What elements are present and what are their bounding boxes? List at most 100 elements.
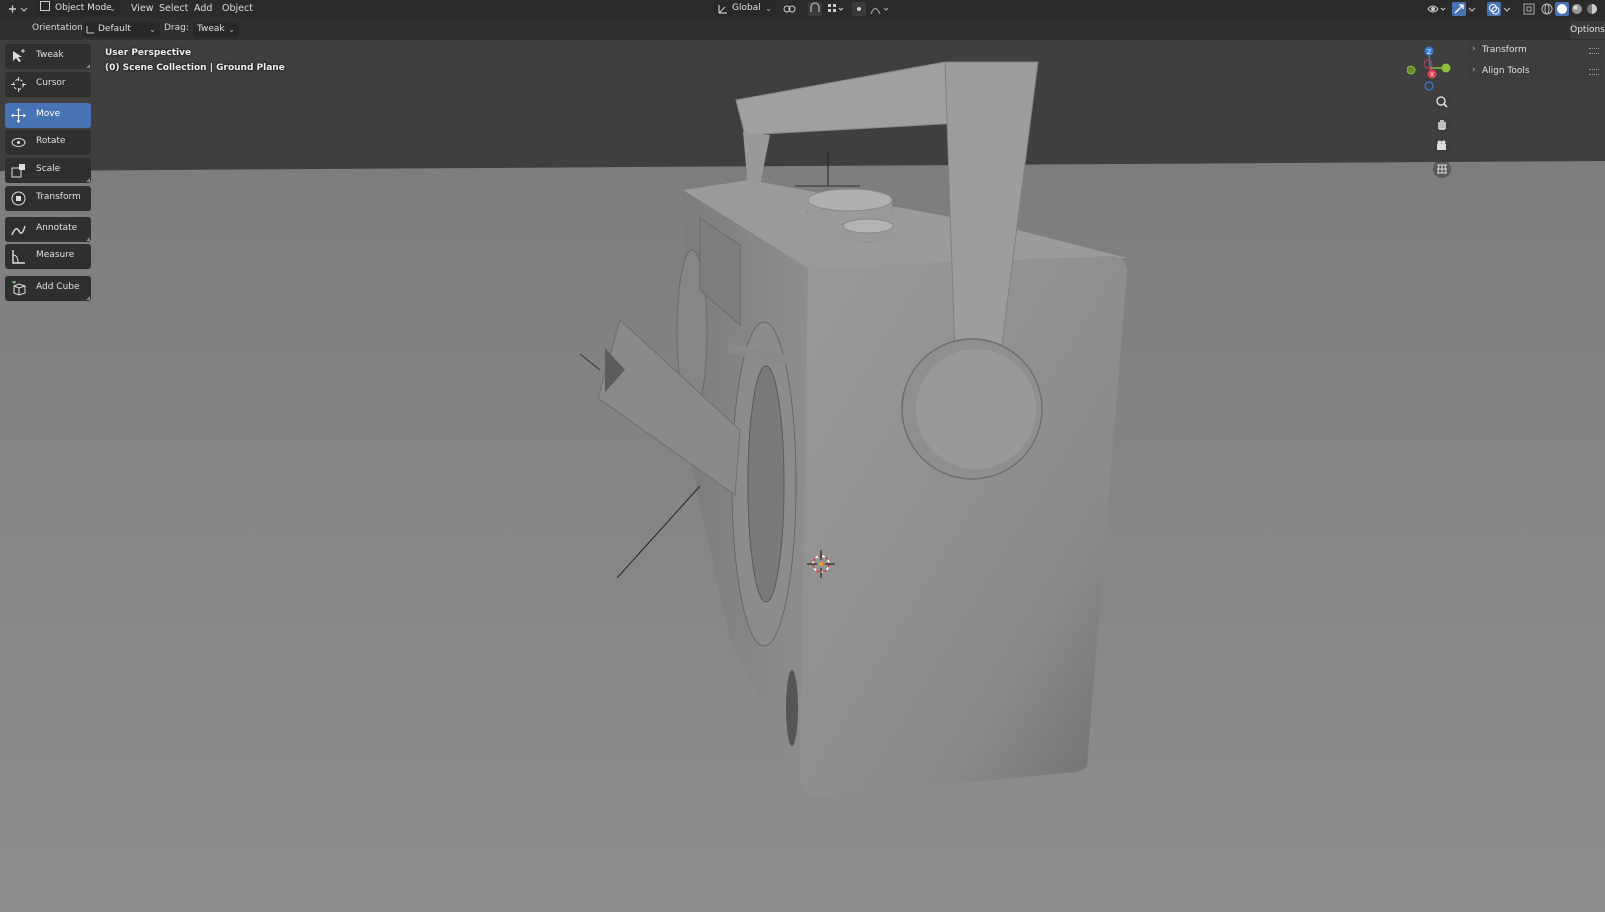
- grid-icon: [1437, 164, 1447, 174]
- shading-wireframe-icon[interactable]: [1540, 2, 1554, 16]
- drag-value: Tweak: [197, 24, 225, 34]
- scene-render: [0, 40, 1605, 912]
- tool-options-corner: [86, 64, 90, 68]
- drag-handle-icon[interactable]: [1589, 69, 1599, 75]
- tool-options-corner: [86, 296, 90, 300]
- orientation-value: Default: [98, 24, 131, 34]
- view-object-types-icon[interactable]: [1426, 2, 1446, 16]
- panel-align-tools[interactable]: › Align Tools: [1467, 62, 1603, 81]
- snap-target-icon[interactable]: [826, 2, 844, 16]
- hand-icon: [1438, 120, 1446, 130]
- mode-icon: [40, 1, 50, 11]
- add-cube-icon: [12, 281, 26, 296]
- panel-label: Align Tools: [1482, 66, 1530, 76]
- tool-scale[interactable]: Scale: [5, 158, 91, 183]
- transform-icon: [11, 191, 26, 206]
- knob-large-top: [807, 188, 893, 212]
- panel-label: Transform: [1482, 45, 1527, 55]
- view-name: User Perspective: [105, 48, 192, 58]
- tool-settings-header: Orientation: Default ⌄ Drag: Tweak ⌄: [0, 18, 1605, 40]
- tool-tweak[interactable]: Tweak: [5, 44, 91, 69]
- shading-rendered-icon[interactable]: [1585, 2, 1599, 16]
- chevron-down-icon: ⌄: [765, 4, 772, 13]
- camera-icon: [1437, 140, 1446, 150]
- tool-label: Tweak: [36, 50, 64, 60]
- shading-material-icon[interactable]: [1570, 2, 1584, 16]
- tool-annotate[interactable]: Annotate: [5, 217, 91, 242]
- overlays-toggle-icon[interactable]: [1487, 2, 1501, 16]
- cursor-icon: [11, 77, 26, 92]
- tool-move[interactable]: Move: [5, 103, 91, 128]
- tool-measure[interactable]: Measure: [5, 244, 91, 269]
- drag-handle-icon[interactable]: [1589, 48, 1599, 54]
- tool-label: Transform: [36, 192, 81, 202]
- navigation-gizmo[interactable]: Z X: [1406, 45, 1453, 91]
- viewport-info: User Perspective (0) Scene Collection | …: [105, 46, 285, 76]
- tool-transform[interactable]: Transform: [5, 186, 91, 211]
- tool-label: Rotate: [36, 136, 66, 146]
- knob-small-top: [842, 218, 894, 234]
- chevron-down-icon: ⌄: [228, 25, 235, 34]
- orientation-select[interactable]: Default ⌄: [82, 22, 160, 37]
- mode-select[interactable]: Object Mode ⌄: [36, 1, 120, 16]
- pan-button[interactable]: [1433, 115, 1451, 133]
- menu-select[interactable]: Select: [155, 2, 192, 16]
- transform-orientation-select[interactable]: Global ⌄: [714, 1, 776, 16]
- camera-view-button[interactable]: [1433, 137, 1451, 155]
- 3d-viewport[interactable]: User Perspective (0) Scene Collection | …: [0, 40, 1605, 912]
- measure-icon: [12, 250, 25, 264]
- tweak-icon: [13, 49, 25, 62]
- editor-type-icon[interactable]: [6, 2, 28, 16]
- svg-text:Z: Z: [1427, 49, 1431, 56]
- overlays-dropdown-icon[interactable]: [1503, 2, 1517, 16]
- chevron-right-icon: ›: [1472, 65, 1476, 75]
- menu-view[interactable]: View: [127, 2, 158, 16]
- orientation-axes-icon: [86, 26, 94, 34]
- tool-label: Cursor: [36, 78, 66, 88]
- gizmo-dropdown-icon[interactable]: [1468, 2, 1482, 16]
- orientation-label: Global: [732, 3, 761, 13]
- xray-toggle-icon[interactable]: [1522, 2, 1536, 16]
- tool-label: Scale: [36, 164, 61, 174]
- svg-text:X: X: [1430, 72, 1434, 79]
- gizmo-toggle-icon[interactable]: [1452, 2, 1466, 16]
- pivot-icon[interactable]: [782, 2, 796, 16]
- speaker-right-inner: [747, 365, 785, 603]
- menu-object[interactable]: Object: [218, 2, 257, 16]
- tool-options-corner: [86, 178, 90, 182]
- move-icon: [11, 108, 26, 123]
- tool-options-corner: [86, 237, 90, 241]
- tool-label: Measure: [36, 250, 75, 260]
- speaker-port: [786, 670, 798, 746]
- tool-label: Add Cube: [36, 282, 80, 292]
- axis-gizmo: Z X: [1406, 46, 1451, 91]
- proportional-edit-icon[interactable]: [852, 2, 866, 16]
- chevron-down-icon: ⌄: [149, 25, 156, 34]
- perspective-toggle-button[interactable]: [1433, 160, 1451, 178]
- tool-rotate[interactable]: Rotate: [5, 130, 91, 155]
- rotate-icon: [11, 138, 26, 147]
- drag-select[interactable]: Tweak ⌄: [193, 22, 239, 37]
- handle-hub-inner: [916, 349, 1036, 469]
- tool-label: Move: [36, 109, 61, 119]
- viewport-header: Object Mode ⌄ View Select Add Object Glob…: [0, 0, 1605, 18]
- drag-label: Drag:: [164, 23, 189, 33]
- orientation-label: Orientation:: [32, 23, 86, 33]
- chevron-down-icon: ⌄: [109, 4, 116, 13]
- tool-cursor[interactable]: Cursor: [5, 72, 91, 97]
- mode-label: Object Mode: [55, 3, 112, 13]
- zoom-icon: [1436, 96, 1448, 108]
- scale-icon: [11, 164, 25, 178]
- orientation-icon: [718, 5, 727, 14]
- shading-solid-icon[interactable]: [1555, 2, 1569, 16]
- tool-label: Annotate: [36, 223, 78, 233]
- chevron-right-icon: ›: [1472, 44, 1476, 54]
- tool-add-cube[interactable]: Add Cube: [5, 276, 91, 301]
- snap-icon[interactable]: [808, 2, 822, 16]
- panel-transform[interactable]: › Transform: [1467, 41, 1603, 60]
- zoom-button[interactable]: [1433, 93, 1451, 111]
- falloff-icon[interactable]: [870, 2, 889, 16]
- collection-info: (0) Scene Collection | Ground Plane: [105, 63, 285, 73]
- options-button[interactable]: Options: [1570, 21, 1605, 39]
- menu-add[interactable]: Add: [190, 2, 216, 16]
